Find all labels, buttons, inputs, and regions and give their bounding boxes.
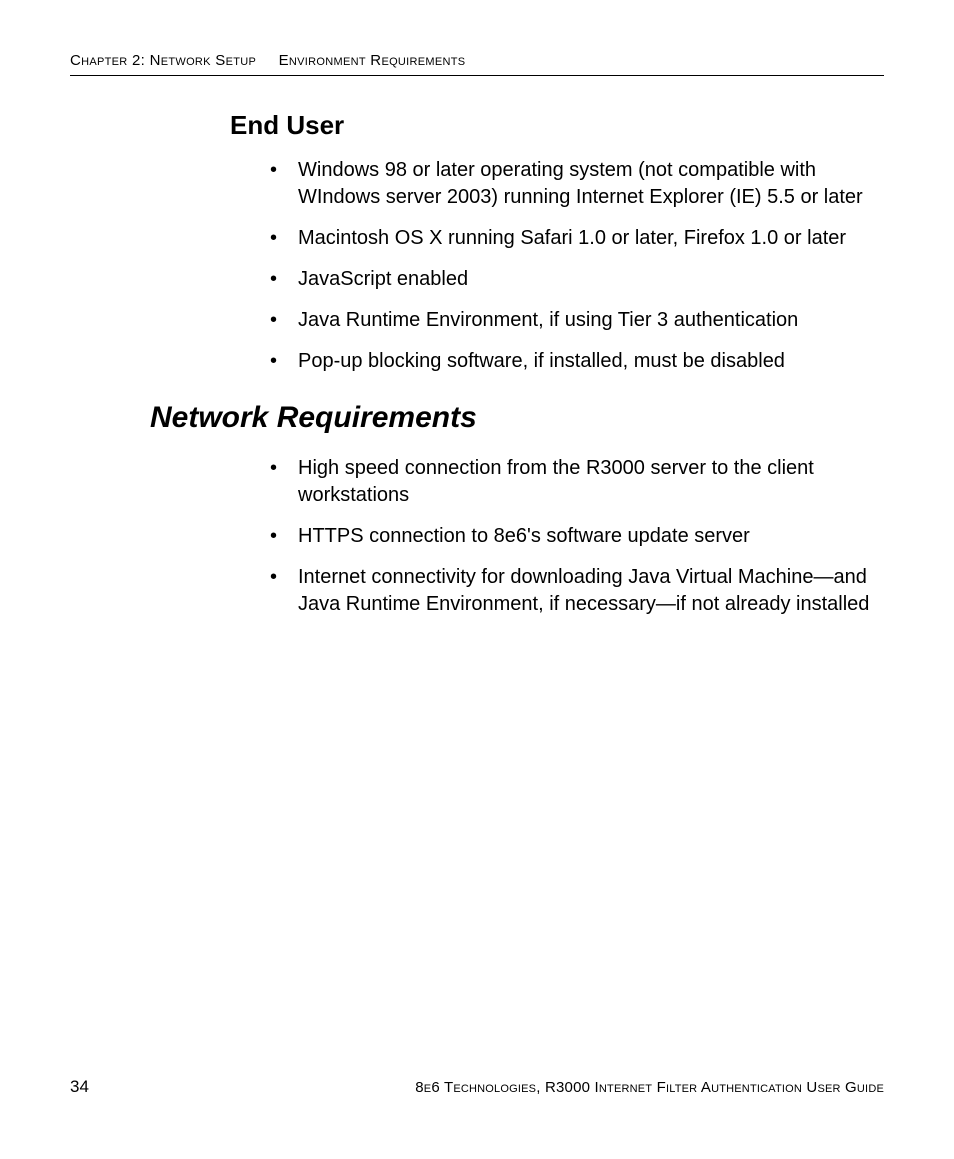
section-heading-network-requirements: Network Requirements [150,401,884,435]
header-section: Environment Requirements [279,52,466,69]
list-item: Windows 98 or later operating system (no… [270,157,874,211]
list-item: JavaScript enabled [270,266,874,293]
running-header: Chapter 2: Network Setup Environment Req… [70,52,884,76]
page-number: 34 [70,1077,89,1097]
list-item: High speed connection from the R3000 ser… [270,455,874,509]
list-item: HTTPS connection to 8e6's software updat… [270,523,874,550]
content-area: End User Windows 98 or later operating s… [230,110,884,618]
end-user-list: Windows 98 or later operating system (no… [270,157,874,375]
network-requirements-list: High speed connection from the R3000 ser… [270,455,874,618]
subheading-end-user: End User [230,110,884,141]
footer: 34 8e6 Technologies, R3000 Internet Filt… [70,1077,884,1097]
list-item: Internet connectivity for downloading Ja… [270,564,874,618]
footer-doc-title: 8e6 Technologies, R3000 Internet Filter … [415,1079,884,1096]
list-item: Macintosh OS X running Safari 1.0 or lat… [270,225,874,252]
page: Chapter 2: Network Setup Environment Req… [0,0,954,1159]
header-chapter: Chapter 2: Network Setup [70,52,256,69]
list-item: Pop-up blocking software, if installed, … [270,348,874,375]
list-item: Java Runtime Environment, if using Tier … [270,307,874,334]
